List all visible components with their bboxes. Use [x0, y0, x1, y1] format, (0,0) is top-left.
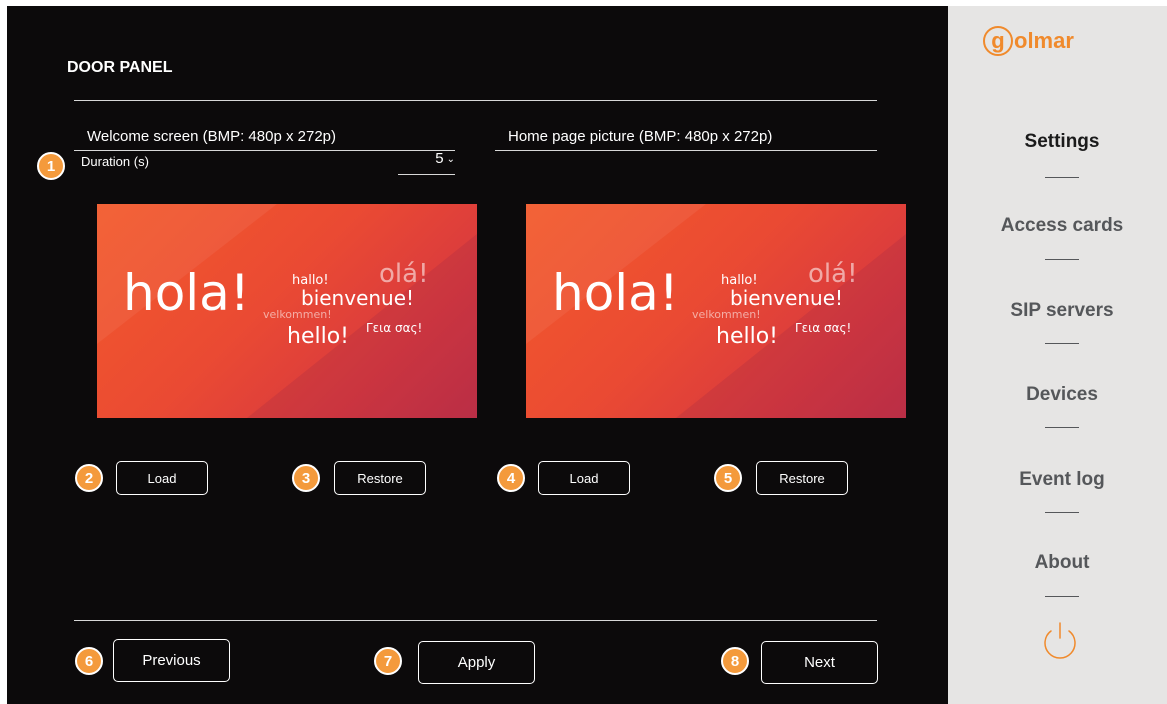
preview-hola: hola!: [123, 264, 250, 322]
preview-greek: Γεια σας!: [366, 321, 422, 335]
preview-ola: olá!: [808, 259, 858, 289]
nav-event-log-dash: [1045, 512, 1079, 513]
preview-greek: Γεια σας!: [795, 321, 851, 335]
apply-button[interactable]: Apply: [418, 641, 535, 684]
welcome-load-button[interactable]: Load: [116, 461, 208, 495]
callout-1: 1: [37, 152, 65, 180]
welcome-screen-preview: hola! hallo! olá! bienvenue! velkommen! …: [97, 204, 477, 418]
preview-hola: hola!: [552, 264, 679, 322]
callout-2: 2: [75, 464, 103, 492]
nav-devices[interactable]: Devices: [948, 384, 1167, 406]
callout-5: 5: [714, 464, 742, 492]
home-restore-button[interactable]: Restore: [756, 461, 848, 495]
title-divider: [74, 100, 877, 101]
duration-value: 5: [435, 150, 444, 167]
nav-devices-dash: [1045, 427, 1079, 428]
chevron-down-icon: ⌄: [446, 154, 455, 165]
preview-hello: hello!: [716, 324, 778, 349]
logo-text: olmar: [1014, 28, 1074, 53]
next-button[interactable]: Next: [761, 641, 878, 684]
nav-about-dash: [1045, 596, 1079, 597]
previous-button[interactable]: Previous: [113, 639, 230, 682]
nav-about[interactable]: About: [948, 552, 1167, 574]
home-page-preview: hola! hallo! olá! bienvenue! velkommen! …: [526, 204, 906, 418]
preview-bienvenue: bienvenue!: [730, 286, 843, 310]
welcome-restore-button[interactable]: Restore: [334, 461, 426, 495]
nav-event-log[interactable]: Event log: [948, 469, 1167, 491]
home-picture-label: Home page picture (BMP: 480p x 272p): [508, 128, 773, 145]
callout-3: 3: [292, 464, 320, 492]
duration-label: Duration (s): [81, 154, 149, 169]
preview-bienvenue: bienvenue!: [301, 286, 414, 310]
golmar-logo: g olmar: [983, 26, 1074, 56]
nav-access-cards-dash: [1045, 259, 1079, 260]
nav-settings[interactable]: Settings: [948, 131, 1167, 153]
power-icon[interactable]: [1038, 619, 1082, 668]
callout-7: 7: [374, 647, 402, 675]
preview-velkommen: velkommen!: [263, 308, 332, 321]
welcome-screen-label: Welcome screen (BMP: 480p x 272p): [87, 128, 337, 145]
preview-velkommen: velkommen!: [692, 308, 761, 321]
preview-ola: olá!: [379, 259, 429, 289]
home-load-button[interactable]: Load: [538, 461, 630, 495]
duration-select[interactable]: 5 ⌄: [398, 150, 455, 175]
nav-access-cards[interactable]: Access cards: [948, 215, 1167, 237]
page-title: DOOR PANEL: [67, 59, 173, 76]
logo-initial: g: [983, 26, 1013, 56]
callout-6: 6: [75, 647, 103, 675]
footer-divider: [74, 620, 877, 621]
nav-settings-dash: [1045, 177, 1079, 178]
sidebar: [948, 6, 1167, 704]
callout-8: 8: [721, 647, 749, 675]
home-picture-underline: [495, 150, 877, 151]
callout-4: 4: [497, 464, 525, 492]
preview-hello: hello!: [287, 324, 349, 349]
nav-sip-servers[interactable]: SIP servers: [948, 300, 1167, 322]
nav-sip-servers-dash: [1045, 343, 1079, 344]
